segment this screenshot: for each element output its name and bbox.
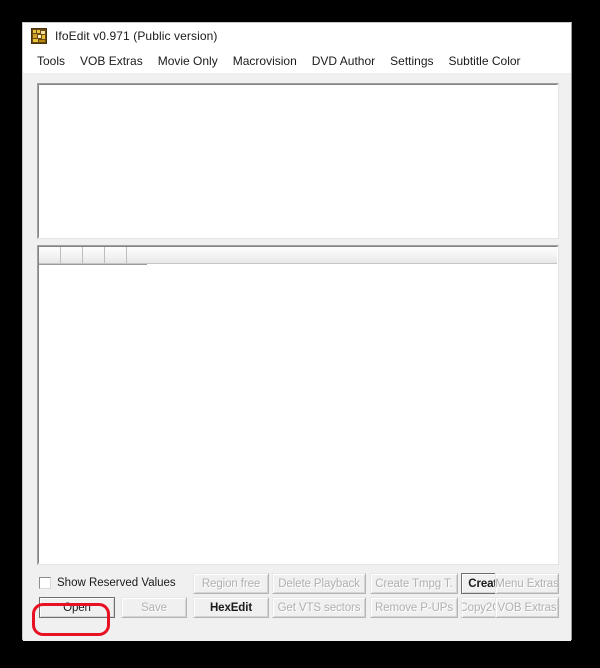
column-header-4[interactable] bbox=[105, 247, 127, 263]
column-header-2[interactable] bbox=[61, 247, 83, 263]
title-bar: IfoEdit v0.971 (Public version) bbox=[23, 23, 571, 49]
window-title: IfoEdit v0.971 (Public version) bbox=[55, 29, 218, 43]
remove-pups-button[interactable]: Remove P-UPs bbox=[370, 597, 458, 618]
show-reserved-values-checkbox[interactable] bbox=[39, 577, 51, 589]
menu-extras-button[interactable]: Menu Extras bbox=[495, 573, 559, 594]
extras-button-group: Menu Extras VOB Extras bbox=[495, 573, 559, 618]
menu-item-vob-extras[interactable]: VOB Extras bbox=[73, 52, 151, 70]
get-vts-sectors-button[interactable]: Get VTS sectors bbox=[272, 597, 366, 618]
column-header-filler bbox=[127, 247, 557, 263]
menu-item-dvd-author[interactable]: DVD Author bbox=[305, 52, 383, 70]
show-reserved-values-row[interactable]: Show Reserved Values bbox=[39, 575, 176, 591]
ifo-detail-list-panel[interactable] bbox=[37, 245, 559, 565]
menu-bar: Tools VOB Extras Movie Only Macrovision … bbox=[23, 49, 571, 73]
menu-item-subtitle-color[interactable]: Subtitle Color bbox=[442, 52, 529, 70]
menu-item-tools[interactable]: Tools bbox=[30, 52, 73, 70]
bottom-control-bar: Show Reserved Values Region free Delete … bbox=[23, 571, 571, 641]
column-header-3[interactable] bbox=[83, 247, 105, 263]
vob-extras-button[interactable]: VOB Extras bbox=[495, 597, 559, 618]
delete-playback-button[interactable]: Delete Playback bbox=[272, 573, 366, 594]
list-column-header[interactable] bbox=[39, 247, 557, 264]
column-header-underline bbox=[39, 264, 147, 265]
region-free-button[interactable]: Region free bbox=[193, 573, 269, 594]
client-area: Show Reserved Values Region free Delete … bbox=[23, 73, 571, 641]
hexedit-button[interactable]: HexEdit bbox=[193, 597, 269, 618]
ifoedit-main-window: IfoEdit v0.971 (Public version) Tools VO… bbox=[22, 22, 572, 641]
column-header-1[interactable] bbox=[39, 247, 61, 263]
create-tmpg-t-button[interactable]: Create Tmpg T. bbox=[370, 573, 458, 594]
menu-item-macrovision[interactable]: Macrovision bbox=[226, 52, 305, 70]
menu-item-settings[interactable]: Settings bbox=[383, 52, 441, 70]
save-button[interactable]: Save bbox=[121, 597, 187, 618]
menu-item-movie-only[interactable]: Movie Only bbox=[151, 52, 226, 70]
ifo-tree-panel[interactable] bbox=[37, 83, 559, 239]
open-button[interactable]: Open bbox=[39, 597, 115, 618]
show-reserved-values-label: Show Reserved Values bbox=[57, 577, 176, 589]
ifoedit-app-icon bbox=[31, 28, 47, 44]
